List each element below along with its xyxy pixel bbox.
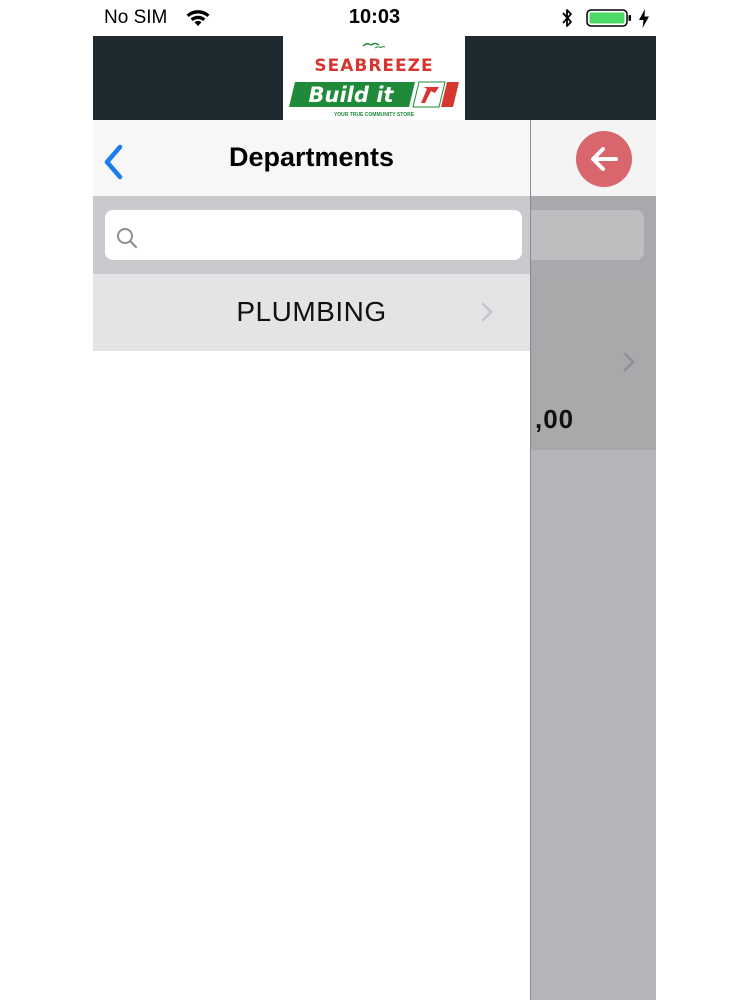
battery-icon bbox=[586, 9, 631, 27]
logo-seabreeze-text: SEABREEZE bbox=[314, 56, 434, 76]
logo-tagline: YOUR TRUE COMMUNITY STORE bbox=[333, 112, 415, 118]
store-logo: SEABREEZE Build it YOUR TRUE COMMUNITY S… bbox=[283, 36, 465, 120]
background-panel: ,00 bbox=[531, 120, 656, 1000]
search-input[interactable] bbox=[149, 210, 513, 262]
search-icon bbox=[117, 228, 138, 249]
phone-screen: No SIM 10:03 SEABREEZE Build it YOUR TRU… bbox=[93, 0, 656, 1000]
back-arrow-button[interactable] bbox=[576, 131, 632, 187]
department-label: PLUMBING bbox=[236, 296, 387, 327]
arrow-left-icon bbox=[591, 147, 618, 171]
department-item-plumbing[interactable]: PLUMBING bbox=[93, 274, 530, 351]
logo-buildit-text: Build it bbox=[309, 83, 395, 107]
drawer-header: Departments bbox=[93, 120, 530, 196]
background-search-bar bbox=[531, 196, 656, 274]
store-banner: SEABREEZE Build it YOUR TRUE COMMUNITY S… bbox=[93, 36, 656, 120]
page-title: Departments bbox=[228, 142, 395, 172]
departments-drawer: Departments PLUMBING bbox=[93, 120, 531, 1000]
background-product-row: ,00 bbox=[531, 274, 656, 450]
charging-bolt-icon bbox=[639, 9, 649, 28]
status-bar: No SIM 10:03 bbox=[93, 0, 656, 36]
seagull-icon bbox=[362, 42, 386, 49]
chevron-right-icon bbox=[623, 352, 635, 372]
bluetooth-icon bbox=[562, 9, 572, 27]
price-fragment: ,00 bbox=[535, 404, 575, 434]
background-header bbox=[531, 120, 656, 196]
logo-buildit-mark: Build it bbox=[289, 81, 459, 108]
chevron-right-icon bbox=[481, 302, 493, 322]
background-search-field bbox=[531, 210, 644, 260]
